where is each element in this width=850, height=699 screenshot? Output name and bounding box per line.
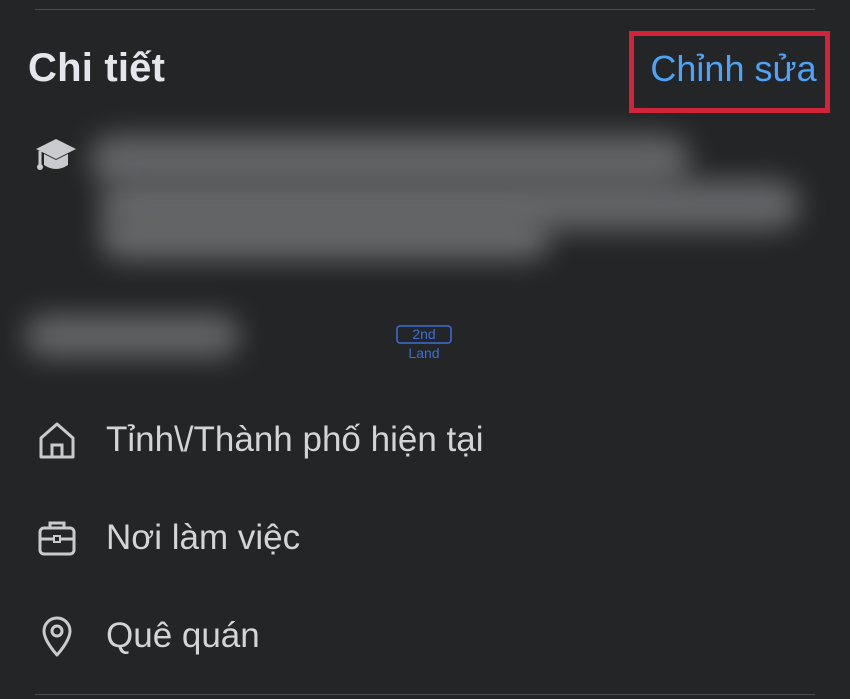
redacted-subtext (25, 315, 240, 357)
top-divider (35, 9, 815, 10)
edit-details-button[interactable]: Chỉnh sửa (629, 31, 830, 113)
detail-label-hometown: Quê quán (106, 616, 260, 655)
detail-label-workplace: Nơi làm việc (106, 518, 301, 557)
detail-row-current-city[interactable]: Tỉnh\/Thành phố hiện tại (32, 415, 483, 465)
watermark-line1: 2nd (412, 326, 435, 342)
edit-details-label: Chỉnh sửa (650, 48, 817, 89)
watermark-line2: Land (408, 345, 439, 361)
location-pin-icon (32, 611, 82, 661)
home-icon (32, 415, 82, 465)
briefcase-icon (32, 513, 82, 563)
section-title: Chi tiết (28, 46, 166, 90)
detail-row-hometown[interactable]: Quê quán (32, 611, 260, 661)
detail-row-workplace[interactable]: Nơi làm việc (32, 513, 300, 563)
graduation-cap-icon (36, 139, 76, 170)
watermark-logo: 2nd Land (396, 325, 452, 361)
detail-label-current-city: Tỉnh\/Thành phố hiện tại (106, 420, 484, 459)
bottom-divider (35, 694, 815, 695)
